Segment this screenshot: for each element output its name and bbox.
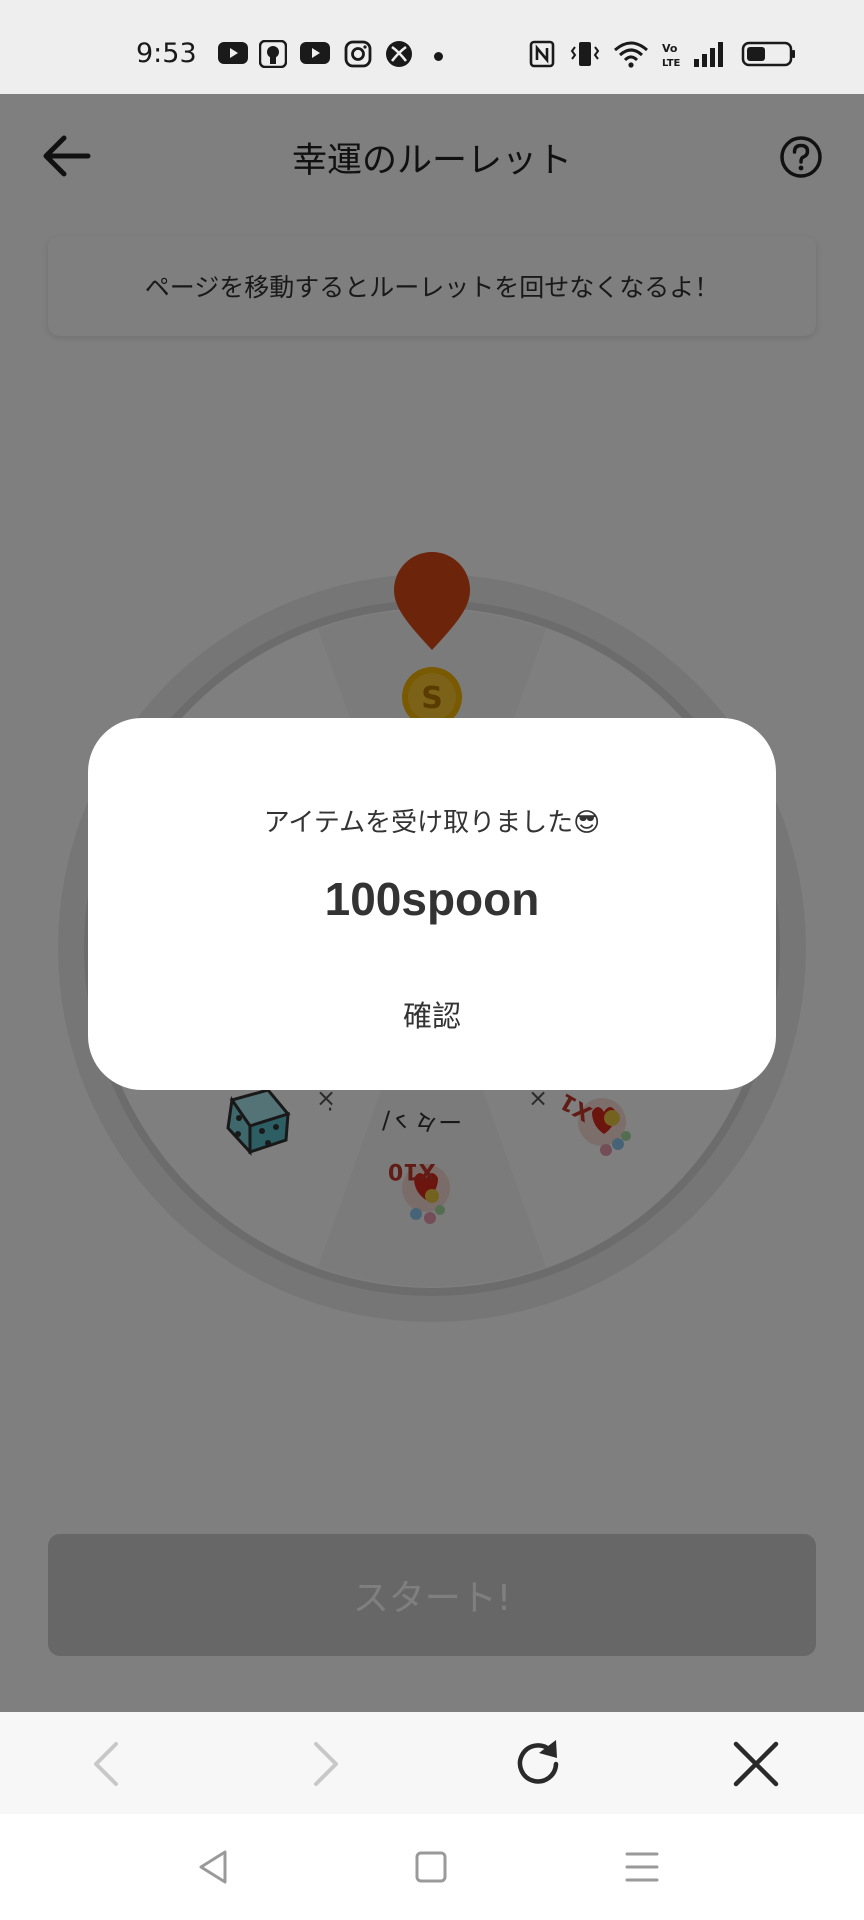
nav-back-icon[interactable] [191,1844,237,1890]
status-bar: 9:53 Vo LTE [0,0,864,94]
confirm-button[interactable]: 確認 [332,986,532,1046]
signal-icon [694,42,723,67]
xbox-icon [386,41,412,67]
reward-message: アイテムを受け取りました😎 [263,808,601,838]
chevron-right-icon[interactable] [294,1734,354,1794]
svg-text:Vo: Vo [662,42,678,55]
wifi-icon [614,41,648,68]
voice-recorder-icon [259,40,287,68]
reward-amount: 100spoon [324,873,540,925]
close-icon[interactable] [726,1734,786,1794]
nav-menu-icon[interactable] [619,1844,665,1890]
chevron-left-icon[interactable] [78,1734,138,1794]
nav-home-icon[interactable] [408,1844,454,1890]
vibrate-icon [570,42,600,66]
roulette-page: 幸運のルーレット ページを移動するとルーレットを回せなくなるよ！ ×̣ × ー々… [0,94,864,1712]
system-nav-bar [0,1814,864,1920]
svg-text:LTE: LTE [662,58,681,68]
youtube-icon [218,42,248,64]
instagram-icon [344,40,372,68]
refresh-icon[interactable] [509,1734,569,1794]
nfc-icon [529,40,555,68]
volte-icon: Vo LTE [662,42,681,68]
reward-dialog: アイテムを受け取りました😎 100spoon 確認 [88,718,776,1090]
battery-icon [741,41,795,67]
browser-toolbar [0,1712,864,1814]
youtube-icon [300,42,330,64]
more-dot-icon [434,52,443,61]
status-time: 9:53 [136,38,197,69]
